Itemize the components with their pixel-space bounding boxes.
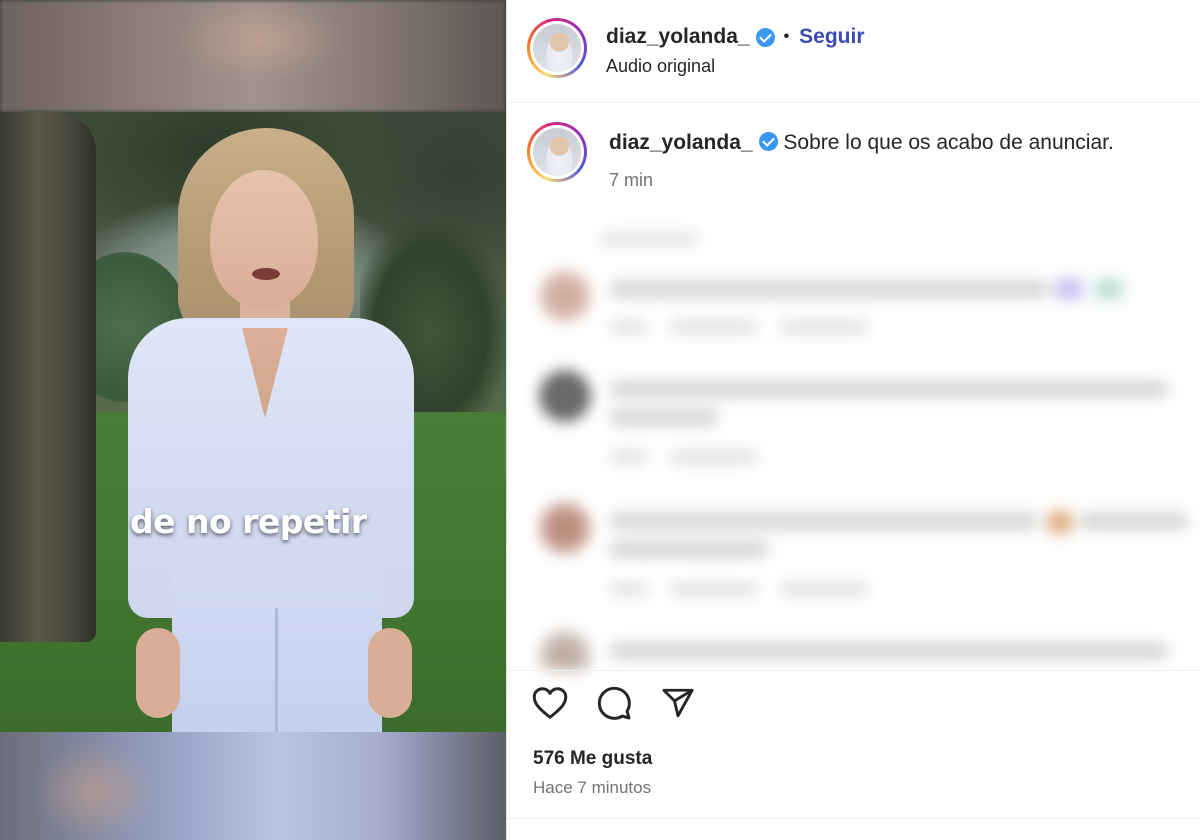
comment-avatar[interactable] [539, 270, 591, 322]
post-age: Hace 7 minutos [533, 778, 652, 797]
share-button[interactable] [659, 684, 697, 722]
speaker-figure [122, 128, 422, 732]
blurred-next-frame [0, 732, 506, 840]
speaker-face [210, 170, 318, 308]
audio-link[interactable]: Audio original [606, 56, 715, 77]
comment-button[interactable] [595, 684, 633, 722]
comments-list[interactable] [519, 210, 1200, 670]
blurred-comment-text [609, 512, 1039, 530]
action-bar [531, 683, 697, 723]
caption-avatar[interactable] [527, 122, 587, 182]
blurred-comment-text [1079, 512, 1189, 530]
actions-divider [507, 670, 1200, 671]
blurred-comment-text [609, 280, 1049, 298]
blurred-emoji [1094, 278, 1124, 300]
follow-button[interactable]: Seguir [799, 25, 864, 49]
post-sidebar: diaz_yolanda_ • Seguir Audio original di… [507, 0, 1200, 840]
video-player[interactable]: de no repetir [0, 112, 506, 732]
comment-icon [597, 686, 631, 720]
blurred-comment-text [609, 380, 1169, 398]
send-icon [662, 688, 694, 718]
blurred-comment-meta [669, 450, 759, 464]
post-caption: diaz_yolanda_ Sobre lo que os acabo de a… [609, 131, 1114, 155]
header-divider [507, 102, 1200, 103]
video-subtitle: de no repetir [130, 502, 367, 541]
blurred-comment-meta [609, 320, 649, 334]
caption-timestamp: 7 min [609, 170, 654, 190]
tree-trunk [0, 112, 96, 642]
comment-avatar[interactable] [539, 630, 591, 670]
speaker-hand-left [136, 628, 180, 718]
caption-text: Sobre lo que os acabo de anunciar. [783, 131, 1114, 154]
caption-username[interactable]: diaz_yolanda_ [609, 131, 753, 154]
speaker-hand-right [368, 628, 412, 718]
comment-avatar[interactable] [539, 370, 591, 422]
blurred-comment-meta [779, 582, 869, 596]
verified-badge-icon [755, 27, 775, 47]
blurred-comment-meta [779, 320, 869, 334]
verified-badge-icon [758, 132, 778, 151]
header-username[interactable]: diaz_yolanda_ [606, 25, 750, 49]
speaker-pants [172, 568, 382, 732]
blurred-comment-text [609, 408, 719, 426]
like-count[interactable]: 576 Me gusta [533, 748, 652, 770]
avatar-ring-inner [530, 21, 584, 75]
blurred-comment-text [599, 232, 699, 246]
avatar-photo [533, 24, 581, 72]
avatar-ring-inner [530, 125, 584, 179]
blurred-comment-text [609, 642, 1169, 660]
bottom-divider [507, 818, 1200, 819]
blurred-comment-meta [669, 582, 759, 596]
blurred-comment-meta [609, 450, 649, 464]
speaker-mouth [252, 268, 280, 280]
post-media[interactable]: de no repetir [0, 0, 506, 840]
header-title-row: diaz_yolanda_ • Seguir [606, 25, 865, 49]
comment-avatar[interactable] [539, 502, 591, 554]
like-button[interactable] [531, 684, 569, 722]
header-avatar[interactable] [527, 18, 587, 78]
blurred-comment-meta [669, 320, 759, 334]
heart-icon [532, 687, 568, 719]
blurred-emoji [1047, 510, 1073, 534]
blurred-previous-frame [0, 0, 506, 112]
blurred-emoji [1054, 278, 1084, 300]
avatar-photo [533, 128, 581, 176]
separator-dot: • [783, 28, 790, 45]
blurred-comment-text [609, 540, 769, 558]
blurred-comment-meta [609, 582, 649, 596]
